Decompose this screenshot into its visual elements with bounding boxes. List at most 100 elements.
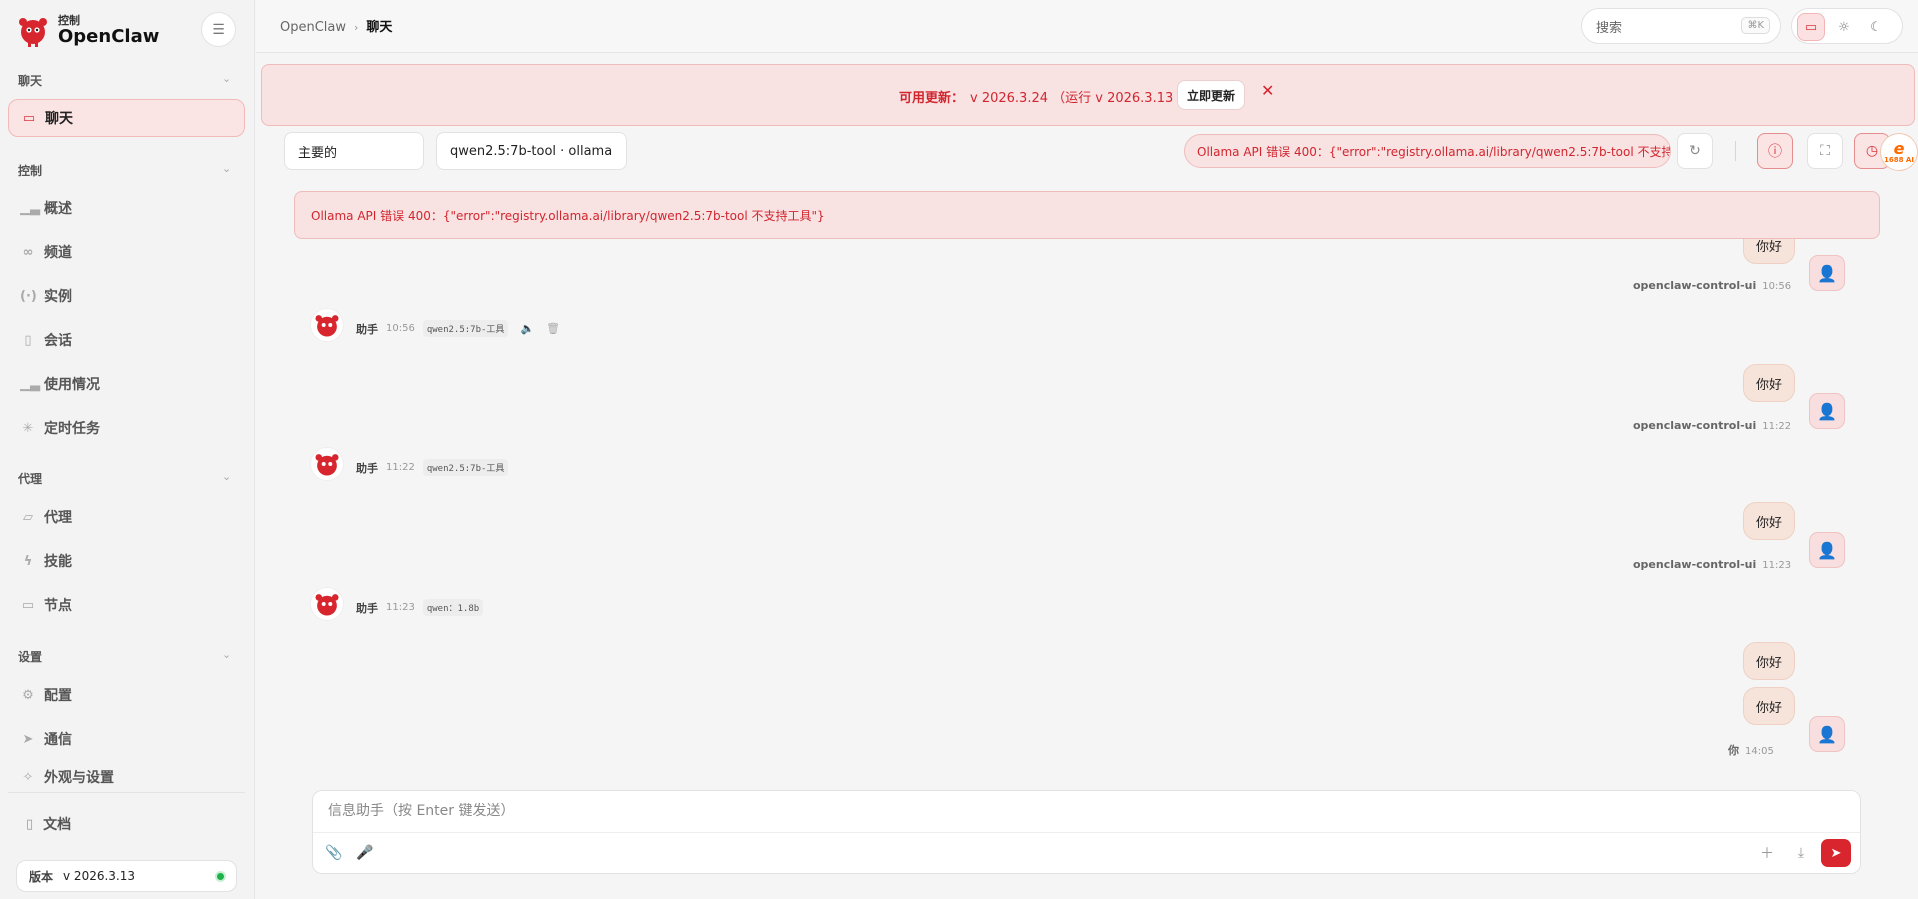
send-button[interactable]: ➤ (1821, 839, 1851, 867)
user-avatar: 👤 (1809, 716, 1845, 752)
sidebar-item-label: 节点 (44, 598, 72, 614)
model-select[interactable]: qwen2.5:7b-tool · ollama (436, 132, 627, 170)
sidebar-item-label: 通信 (44, 732, 72, 748)
attach-button[interactable]: 📎 (322, 841, 346, 865)
chevron-right-icon: › (354, 21, 359, 34)
ai-badge-text: 1688 AI (1884, 155, 1914, 164)
speaker-icon[interactable]: 🔈 (520, 322, 534, 335)
book-icon: ▯ (26, 816, 34, 832)
message-time: 14:05 (1745, 746, 1774, 757)
voice-button[interactable]: 🎤 (353, 841, 377, 865)
chevron-down-icon[interactable]: ⌄ (222, 470, 231, 483)
microphone-icon: 🎤 (356, 845, 374, 861)
trash-icon[interactable]: 🗑 (546, 322, 560, 335)
sidebar-item-label: 配置 (44, 688, 72, 704)
user-avatar: 👤 (1809, 532, 1845, 568)
message-time: 11:23 (386, 602, 415, 613)
message-time: 11:22 (386, 462, 415, 473)
chat-thread: 你好 👤 openclaw-control-ui 10:56 助手 10:56 q… (256, 180, 1918, 790)
sidebar-item-instances[interactable]: (·) 实例 (8, 277, 245, 315)
user-message-bubble: 你好 (1743, 364, 1796, 402)
assistant-meta: 助手 11:22 qwen2.5:7b-工具 (356, 459, 509, 476)
sidebar-item-nodes[interactable]: ▭ 节点 (8, 586, 245, 624)
loader-icon: ✳ (22, 420, 34, 436)
thinking-toggle-button[interactable]: ⓘ (1757, 133, 1793, 169)
openclaw-logo-icon (315, 315, 339, 337)
version-label: 版本 (29, 869, 54, 884)
sidebar-item-overview[interactable]: ▁▃ 概述 (8, 189, 245, 227)
section-label-settings[interactable]: 设置 (18, 648, 42, 665)
assistant-name: 助手 (356, 322, 378, 336)
monitor-icon: ▭ (1804, 19, 1818, 35)
bar-chart-icon: ▁▃ (20, 200, 40, 216)
section-label-control[interactable]: 控制 (18, 162, 42, 179)
sidebar-item-docs[interactable]: ▯ 文档 (26, 814, 71, 834)
sidebar-item-cron[interactable]: ✳ 定时任务 (8, 409, 245, 447)
close-icon[interactable]: ✕ (1261, 81, 1274, 100)
new-session-button[interactable]: ＋ (1755, 841, 1779, 865)
model-tag: qwen：1.8b (422, 599, 484, 616)
brand-name: OpenClaw (58, 26, 160, 47)
chat-error-banner: Ollama API 错误 400：{"error":"registry.oll… (294, 191, 1880, 239)
message-meta: openclaw-control-ui 10:56 (1633, 279, 1791, 292)
document-icon: ▯ (24, 332, 32, 348)
moon-icon: ☾ (1870, 19, 1882, 35)
search-input[interactable]: 搜索 ⌘K (1581, 8, 1781, 44)
sidebar-item-usage[interactable]: ▁▃ 使用情况 (8, 365, 245, 403)
lightning-icon: ϟ (23, 553, 33, 569)
breadcrumb-current: 聊天 (366, 20, 393, 35)
openclaw-logo-icon (315, 594, 339, 616)
chevron-down-icon[interactable]: ⌄ (222, 72, 231, 85)
sidebar-item-communication[interactable]: ➤ 通信 (8, 720, 245, 758)
sidebar-item-label: 使用情况 (44, 377, 100, 393)
toolbar-divider (1735, 141, 1736, 161)
message-meta: openclaw-control-ui 11:22 (1633, 419, 1791, 432)
session-select[interactable]: 主要的 (284, 132, 424, 170)
user-icon: 👤 (1817, 401, 1837, 421)
sidebar: 控制 OpenClaw ☰ 聊天 ⌄ ▭ 聊天 控制 ⌄ ▁▃ 概述 ∞ 频道 … (0, 0, 255, 899)
monitor-icon: ▭ (21, 597, 35, 613)
section-label-agents[interactable]: 代理 (18, 470, 42, 487)
assistant-avatar (310, 308, 344, 342)
sidebar-item-label: 频道 (44, 245, 72, 261)
section-label-chat[interactable]: 聊天 (18, 72, 42, 89)
search-placeholder: 搜索 (1596, 20, 1623, 36)
theme-system-button[interactable]: ▭ (1797, 13, 1825, 41)
ai-badge[interactable]: e 1688 AI (1880, 133, 1918, 171)
chevron-down-icon[interactable]: ⌄ (222, 648, 231, 661)
sidebar-item-chat[interactable]: ▭ 聊天 (8, 99, 245, 137)
assistant-avatar (310, 587, 344, 621)
sidebar-item-skills[interactable]: ϟ 技能 (8, 542, 245, 580)
theme-switcher: ▭ ☼ ☾ (1791, 8, 1903, 44)
message-meta: 你 14:05 (1728, 742, 1774, 758)
user-icon: 👤 (1817, 724, 1837, 744)
user-avatar: 👤 (1809, 255, 1845, 291)
focus-button[interactable]: ⛶ (1807, 133, 1843, 169)
message-input[interactable] (328, 803, 1828, 819)
sparkle-icon: ✧ (22, 769, 34, 785)
theme-dark-button[interactable]: ☾ (1862, 13, 1890, 41)
sidebar-item-agents[interactable]: ▱ 代理 (8, 498, 245, 536)
chevron-down-icon[interactable]: ⌄ (222, 162, 231, 175)
theme-light-button[interactable]: ☼ (1830, 13, 1858, 41)
assistant-name: 助手 (356, 601, 378, 615)
sidebar-item-channels[interactable]: ∞ 频道 (8, 233, 245, 271)
sidebar-toggle-button[interactable]: ☰ (201, 12, 236, 47)
refresh-button[interactable]: ↻ (1677, 133, 1713, 169)
update-now-button[interactable]: 立即更新 (1177, 80, 1245, 110)
update-banner: 可用更新： v 2026.3.24 （运行 v 2026.3.13 ）。 立即更新… (261, 64, 1915, 126)
user-message-bubble: 你好 (1743, 642, 1796, 680)
openclaw-logo-icon (19, 18, 47, 47)
user-message-bubble: 你好 (1743, 687, 1796, 725)
model-tag: qwen2.5:7b-工具 (422, 320, 509, 337)
breadcrumb-root[interactable]: OpenClaw (280, 20, 346, 35)
update-text: 可用更新： v 2026.3.24 （运行 v 2026.3.13 ）。 (899, 87, 1197, 106)
sidebar-item-appearance[interactable]: ✧ 外观与设置 (8, 764, 245, 790)
sidebar-item-label: 概述 (44, 201, 72, 217)
version-box: 版本 v 2026.3.13 (16, 860, 237, 892)
message-time: 11:23 (1762, 560, 1792, 571)
sidebar-item-config[interactable]: ⚙ 配置 (8, 676, 245, 714)
sidebar-item-sessions[interactable]: ▯ 会话 (8, 321, 245, 359)
export-button[interactable]: ⤓ (1789, 841, 1813, 865)
online-status-icon (215, 871, 226, 882)
